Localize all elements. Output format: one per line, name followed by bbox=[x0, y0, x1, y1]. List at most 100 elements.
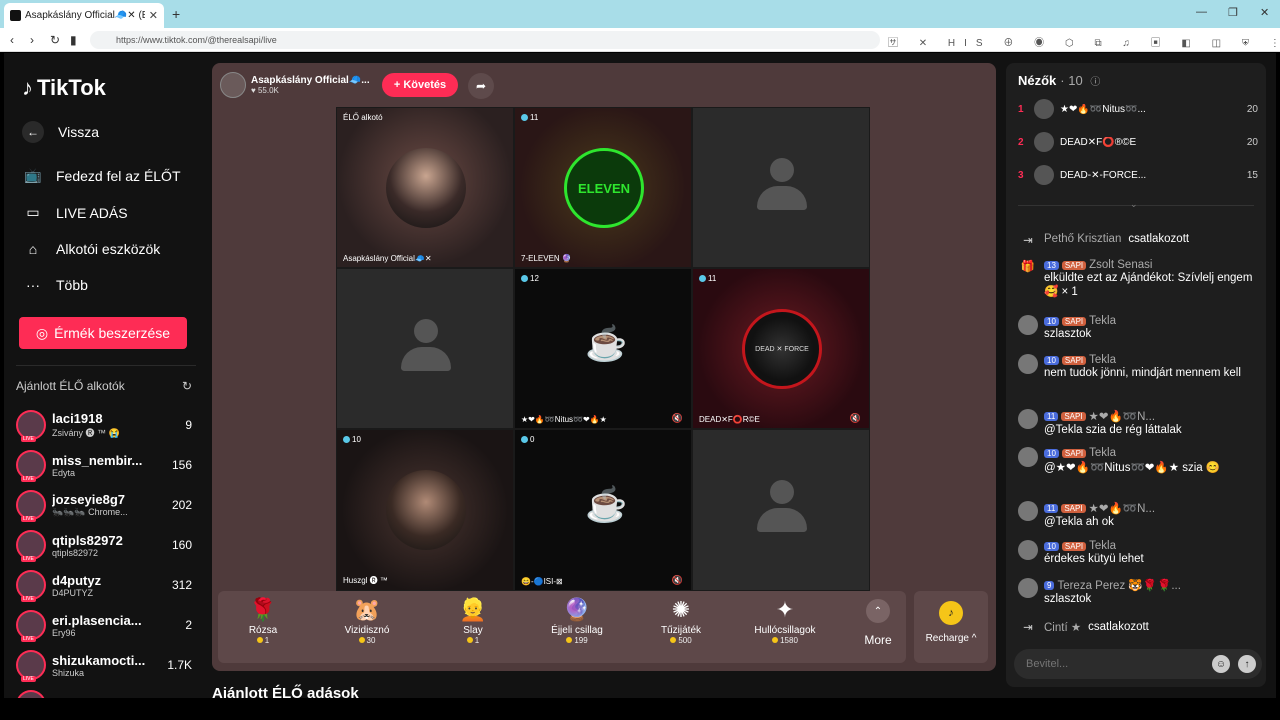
host-avatar[interactable] bbox=[220, 72, 246, 98]
gift-price-value: 1 bbox=[474, 636, 480, 645]
guest-cell[interactable]: 11 DEAD ✕ FORCE DEAD✕F⭕R©E 🔇 bbox=[692, 268, 870, 429]
guest-name: Asapkáslány Official🧢✕ bbox=[343, 254, 432, 263]
minimize-button[interactable]: — bbox=[1196, 6, 1207, 18]
gift-night-star[interactable]: 🔮 Éjjeli csillag 199 bbox=[532, 597, 622, 645]
guest-score: 0 bbox=[530, 435, 535, 444]
new-tab-button[interactable]: + bbox=[172, 6, 180, 22]
send-arrow-icon[interactable]: ↑ bbox=[1238, 655, 1256, 673]
guest-cell[interactable]: 10 Huszgl 🅡 ™ bbox=[336, 429, 514, 591]
avatar[interactable] bbox=[1018, 354, 1038, 374]
avatar bbox=[1034, 132, 1054, 152]
team-badge: SAPI bbox=[1061, 355, 1087, 365]
chat-username[interactable]: Tekla bbox=[1089, 354, 1116, 366]
top-viewer[interactable]: 2 DEAD✕F⭕®©E 20 bbox=[1018, 130, 1258, 154]
recommended-header: Ajánlott ÉLŐ alkotók ↻ bbox=[16, 379, 192, 393]
chevron-down-icon[interactable]: ⌄ bbox=[1130, 199, 1138, 210]
viewers-header[interactable]: Nézők · 10 ⓘ bbox=[1018, 73, 1100, 88]
creator-item[interactable]: LIVE jozseyie8g7 🐜🐜🐜 Chrome... 202 bbox=[16, 485, 192, 525]
level-badge: 10 bbox=[1044, 316, 1059, 326]
avatar[interactable] bbox=[1018, 409, 1038, 429]
chat-username[interactable]: Pethő Krisztian bbox=[1044, 233, 1121, 245]
empty-seat[interactable] bbox=[692, 429, 870, 591]
tiktok-logo[interactable]: ♪ TikTok bbox=[22, 75, 106, 101]
chat-username[interactable]: Zsolt Senasi bbox=[1089, 259, 1152, 271]
avatar[interactable] bbox=[1018, 540, 1038, 560]
creator-item[interactable]: LIVE d4putyz D4PUTYZ 312 bbox=[16, 565, 192, 605]
chat-username[interactable]: Tekla bbox=[1089, 447, 1116, 459]
top-viewer[interactable]: 3 DEAD-✕-FORCE... 15 bbox=[1018, 163, 1258, 187]
url-field[interactable]: https://www.tiktok.com/@therealsapi/live bbox=[90, 31, 880, 49]
creator-item[interactable]: LIVE qtipls82972 qtipls82972 160 bbox=[16, 525, 192, 565]
creator-item[interactable]: LIVE shizukamocti... Shizuka 1.7K bbox=[16, 645, 192, 685]
guest-cell[interactable]: 0 ☕ 😄-🔵ISI-⊠ 🔇 bbox=[514, 429, 692, 591]
recharge-button[interactable]: ♪ Recharge ^ bbox=[914, 591, 988, 663]
get-coins-button[interactable]: ◎ Érmék beszerzése bbox=[19, 317, 187, 349]
empty-seat[interactable] bbox=[692, 107, 870, 268]
browser-tab-bar: Asapkáslány Official🧢✕ (E ✕ + — ❐ ✕ bbox=[0, 0, 1280, 28]
chat-input[interactable] bbox=[1026, 658, 1212, 670]
chat-message: 10 SAPI Tekla érdekes kütyü lehet bbox=[1018, 540, 1258, 565]
creator-item[interactable]: d8ppp bbox=[16, 685, 192, 698]
chat-username[interactable]: Tekla bbox=[1089, 315, 1116, 327]
chat-username[interactable]: ★❤🔥➿N... bbox=[1089, 409, 1155, 423]
guest-cell[interactable]: 12 ☕ ★❤🔥➿Nitus➿❤🔥★ 🔇 bbox=[514, 268, 692, 429]
address-bar-row: ‹ › ↻ ▮ https://www.tiktok.com/@thereals… bbox=[0, 28, 1280, 52]
nav-go-live[interactable]: ▭ LIVE ADÁS bbox=[24, 204, 127, 221]
guest-cell[interactable]: ÉLŐ alkotó Asapkáslány Official🧢✕ bbox=[336, 107, 514, 268]
back-button[interactable]: ← Vissza bbox=[22, 121, 99, 143]
tab-close-icon[interactable]: ✕ bbox=[149, 9, 158, 22]
more-gifts-button[interactable]: ⌃ More bbox=[858, 599, 898, 647]
chat-username[interactable]: Tekla bbox=[1089, 540, 1116, 552]
info-icon[interactable]: ⓘ bbox=[1090, 77, 1100, 88]
back-arrow-icon[interactable]: ‹ bbox=[10, 33, 14, 47]
browser-tab[interactable]: Asapkáslány Official🧢✕ (E ✕ bbox=[4, 3, 164, 28]
tiktok-coin-icon: ♪ bbox=[939, 601, 963, 625]
bookmark-icon[interactable]: ▮ bbox=[70, 33, 77, 47]
creator-name: miss_nembir... bbox=[52, 452, 143, 468]
chat-message: 10 SAPI Tekla szlasztok bbox=[1018, 315, 1258, 340]
gift-slay[interactable]: 👱 Slay 1 bbox=[428, 597, 518, 645]
follow-button[interactable]: + Követés bbox=[382, 73, 458, 97]
refresh-icon[interactable]: ↻ bbox=[182, 379, 192, 393]
chat-username[interactable]: Cintí ★ bbox=[1044, 620, 1081, 634]
gift-price: 1 bbox=[428, 636, 518, 645]
viewer-count: 202 bbox=[171, 498, 192, 512]
nav-creator-tools[interactable]: ⌂ Alkotói eszközök bbox=[24, 241, 161, 257]
nav-more[interactable]: ··· Több bbox=[24, 277, 88, 293]
empty-seat[interactable] bbox=[336, 268, 514, 429]
chat-input-bar: ☺ ↑ bbox=[1014, 649, 1262, 679]
gift-capybara[interactable]: 🐹 Vizidisznó 30 bbox=[322, 597, 412, 645]
creator-item[interactable]: LIVE miss_nembir... Edyta 156 bbox=[16, 445, 192, 485]
chat-message: 10 SAPI Tekla nem tudok jönni, mindjárt me… bbox=[1018, 354, 1258, 379]
level-badge: 10 bbox=[1044, 355, 1059, 365]
maximize-button[interactable]: ❐ bbox=[1228, 6, 1238, 19]
creator-item[interactable]: LIVE laci1918 Zsivány 🅡 ™ 😭 9 bbox=[16, 405, 192, 445]
extension-icons[interactable]: 🈂 ✕ HIS ⊕ ◉ ⬡ ⧉ ♫ ▣ ◧ ◫ ⛨ ⋮ bbox=[888, 34, 1280, 49]
creator-sub: qtipls82972 bbox=[52, 547, 99, 558]
guest-cell[interactable]: 11 ELEVEN 7-ELEVEN 🔮 bbox=[514, 107, 692, 268]
gift-rose[interactable]: 🌹 Rózsa 1 bbox=[218, 597, 308, 645]
gift-name: Hullócsillagok bbox=[754, 625, 816, 636]
top-viewer[interactable]: 1 ★❤🔥➿Nitus➿... 20 bbox=[1018, 97, 1258, 121]
avatar[interactable] bbox=[1018, 578, 1038, 598]
gift-firework[interactable]: ✺ Tűzijáték 500 bbox=[636, 597, 726, 645]
chat-username[interactable]: ★❤🔥➿N... bbox=[1089, 501, 1155, 515]
reload-icon[interactable]: ↻ bbox=[50, 33, 60, 47]
forward-arrow-icon[interactable]: › bbox=[30, 33, 34, 47]
avatar[interactable] bbox=[1018, 447, 1038, 467]
level-badge: 11 bbox=[1044, 503, 1059, 513]
nav-label: Több bbox=[56, 277, 88, 293]
gift-shooting-stars[interactable]: ✦ Hullócsillagok 1580 bbox=[740, 597, 830, 645]
window-close-button[interactable]: ✕ bbox=[1260, 6, 1269, 19]
viewer-score: 20 bbox=[1246, 103, 1258, 115]
emoji-icon[interactable]: ☺ bbox=[1212, 655, 1230, 673]
avatar[interactable] bbox=[1018, 315, 1038, 335]
creator-item[interactable]: LIVE eri.plasencia... Ery96 2 bbox=[16, 605, 192, 645]
logo-text: TikTok bbox=[37, 75, 106, 100]
nav-explore-live[interactable]: 📺 Fedezd fel az ÉLŐT bbox=[24, 167, 180, 184]
chat-username[interactable]: Tereza Perez 🐯🌹🌹... bbox=[1057, 578, 1181, 592]
viewer-rank: 2 bbox=[1018, 136, 1024, 148]
team-badge: SAPI bbox=[1061, 503, 1086, 513]
avatar[interactable] bbox=[1018, 501, 1038, 521]
share-icon[interactable]: ➦ bbox=[468, 73, 494, 99]
